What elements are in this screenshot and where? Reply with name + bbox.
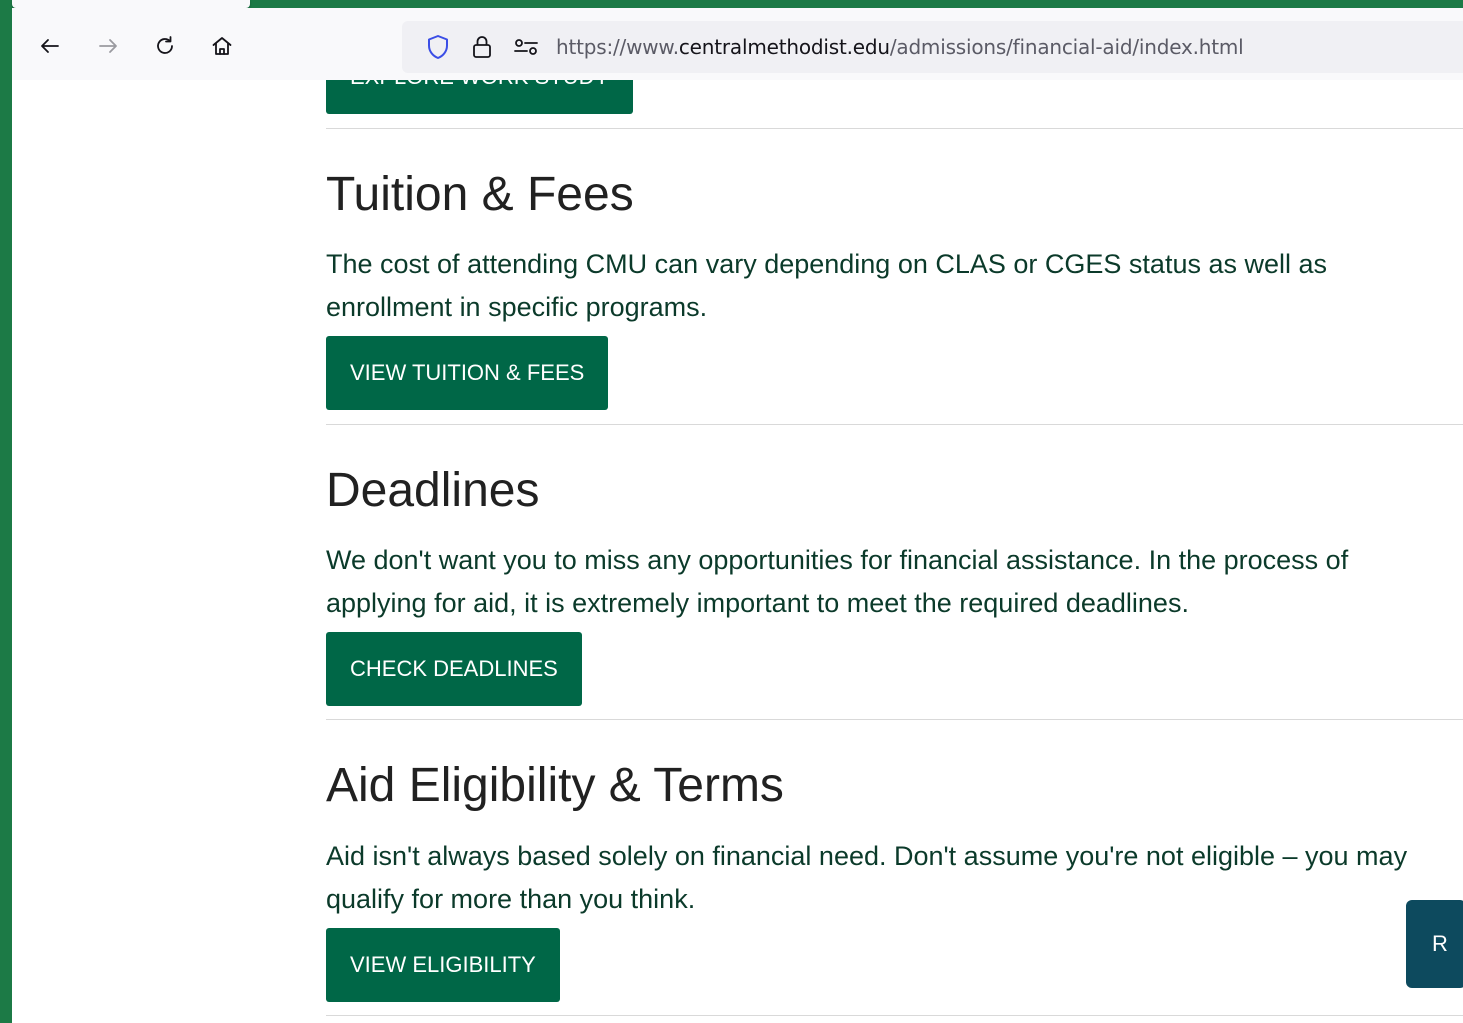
forward-arrow-icon [99,39,117,53]
section-divider [326,128,1463,129]
check-deadlines-button[interactable]: CHECK DEADLINES [326,632,582,706]
floating-action-button[interactable]: R [1406,900,1463,988]
active-tab-edge[interactable] [12,0,250,8]
section-divider [326,719,1463,720]
explore-work-study-button[interactable]: EXPLORE WORK STUDY [326,80,634,114]
view-eligibility-button[interactable]: VIEW ELIGIBILITY [326,928,560,1002]
permissions-icon [514,39,538,55]
tuition-heading: Tuition & Fees [326,168,634,221]
reload-button[interactable] [147,28,183,64]
lock-icon [473,36,491,58]
shield-icon [428,35,448,59]
url-path: /admissions/financial-aid/index.html [889,35,1244,59]
tuition-description: The cost of attending CMU can vary depen… [326,249,1328,322]
forward-button[interactable] [90,28,126,64]
url-text[interactable]: https://www.centralmethodist.edu/admissi… [556,34,1244,60]
tracking-protection-button[interactable] [424,34,452,60]
browser-toolbar: https://www.centralmethodist.edu/admissi… [12,8,1463,80]
section-divider [326,1015,1463,1016]
eligibility-description: Aid isn't always based solely on financi… [326,841,1408,914]
page-content: EXPLORE WORK STUDY Tuition & Fees The co… [326,80,1463,1023]
url-domain: centralmethodist.edu [678,35,890,59]
home-icon [212,37,232,55]
home-button[interactable] [204,28,240,64]
section-divider [326,424,1463,425]
browser-window: https://www.centralmethodist.edu/admissi… [12,8,1463,1023]
view-tuition-fees-button[interactable]: VIEW TUITION & FEES [326,336,609,410]
back-button[interactable] [32,28,68,64]
deadlines-description: We don't want you to miss any opportunit… [326,545,1349,618]
deadlines-heading: Deadlines [326,464,540,517]
back-arrow-icon [41,39,59,53]
reload-icon [157,36,173,54]
eligibility-heading: Aid Eligibility & Terms [326,759,784,812]
site-permissions-button[interactable] [512,34,540,60]
url-prefix: https://www. [556,35,679,59]
url-bar[interactable]: https://www.centralmethodist.edu/admissi… [402,21,1463,73]
site-security-button[interactable] [468,34,496,60]
